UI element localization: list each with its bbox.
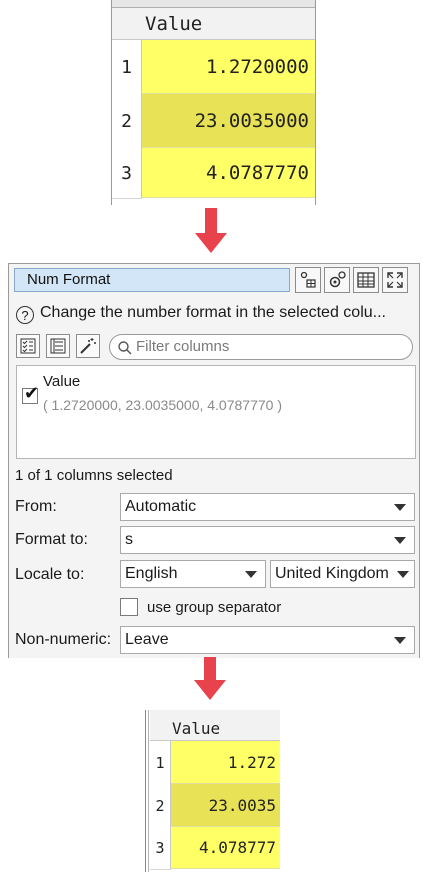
column-chooser-icon	[300, 271, 316, 288]
select-none-button[interactable]	[46, 334, 70, 358]
locale-language-value: English	[125, 565, 178, 582]
locale-language-select[interactable]: English	[120, 560, 266, 588]
table-cell[interactable]: 1.2720000	[142, 40, 315, 94]
select-all-button[interactable]	[16, 334, 40, 358]
row-number: 3	[150, 827, 171, 870]
format-to-select-value: s	[125, 531, 133, 548]
from-label: From:	[15, 498, 57, 515]
magic-wand-icon	[80, 338, 96, 354]
column-preview: ( 1.2720000, 23.0035000, 4.0787770 )	[43, 397, 282, 413]
checkmark-icon: ✔	[24, 383, 40, 404]
table-cell[interactable]: 23.0035	[171, 784, 280, 827]
settings-button[interactable]	[324, 267, 350, 293]
help-icon[interactable]: ?	[16, 306, 34, 324]
non-numeric-select[interactable]: Leave	[120, 626, 415, 654]
column-header-label: Value	[172, 719, 221, 738]
column-list[interactable]: ✔ Value ( 1.2720000, 23.0035000, 4.07877…	[16, 365, 416, 459]
table-cell[interactable]: 4.0787770	[142, 148, 315, 198]
format-to-label: Format to:	[15, 531, 88, 548]
column-name: Value	[43, 373, 81, 390]
expand-icon	[387, 272, 403, 288]
locale-country-select[interactable]: United Kingdom	[270, 560, 415, 588]
column-header-label: Value	[145, 13, 203, 35]
chevron-down-icon	[397, 571, 409, 578]
list-icon	[50, 338, 66, 354]
chevron-down-icon	[394, 504, 406, 511]
format-to-select[interactable]: s	[120, 526, 415, 554]
column-header-value[interactable]: Value	[150, 710, 280, 741]
group-separator-label: use group separator	[147, 599, 282, 616]
filter-placeholder: Filter columns	[136, 338, 230, 355]
row-number: 3	[112, 148, 142, 199]
selected-count: 1 of 1 columns selected	[15, 467, 173, 484]
chevron-down-icon	[245, 571, 257, 578]
auto-select-button[interactable]	[76, 334, 100, 358]
row-number: 2	[150, 784, 171, 828]
column-checkbox-value[interactable]: ✔	[22, 383, 39, 404]
column-header-value[interactable]: Value	[112, 8, 315, 40]
checklist-icon	[20, 338, 36, 354]
num-format-panel: Num Format ? Change the number format in …	[8, 263, 420, 658]
row-number: 1	[112, 40, 142, 95]
gears-icon	[329, 271, 346, 288]
locale-to-label: Locale to:	[15, 566, 85, 583]
table-cell[interactable]: 23.0035000	[142, 94, 315, 148]
group-separator-checkbox[interactable]	[120, 598, 138, 616]
chevron-down-icon	[394, 637, 406, 644]
row-number: 1	[150, 741, 171, 785]
row-number: 2	[112, 94, 142, 149]
non-numeric-select-value: Leave	[125, 631, 169, 648]
output-table: Value 1 1.272 2 23.0035 3 4.078777	[145, 710, 280, 872]
filter-columns-input[interactable]: Filter columns	[109, 334, 413, 360]
locale-country-value: United Kingdom	[275, 565, 389, 582]
from-select-value: Automatic	[125, 498, 197, 515]
maximize-button[interactable]	[382, 267, 408, 293]
table-icon	[357, 272, 375, 288]
table-view-button[interactable]	[353, 267, 379, 293]
search-icon	[118, 341, 132, 355]
transform-name-field[interactable]: Num Format	[14, 268, 290, 292]
table-left-border	[148, 710, 149, 872]
input-table: Value 1 1.2720000 2 23.0035000 3 4.07877…	[111, 0, 316, 205]
non-numeric-label: Non-numeric:	[15, 631, 112, 648]
column-chooser-button[interactable]	[295, 267, 321, 293]
table-cell[interactable]: 1.272	[171, 741, 280, 784]
transform-description: ? Change the number format in the selecte…	[16, 304, 416, 324]
table-cell[interactable]: 4.078777	[171, 827, 280, 869]
chevron-down-icon	[394, 537, 406, 544]
from-select[interactable]: Automatic	[120, 493, 415, 521]
toolbar-strip	[112, 0, 315, 8]
